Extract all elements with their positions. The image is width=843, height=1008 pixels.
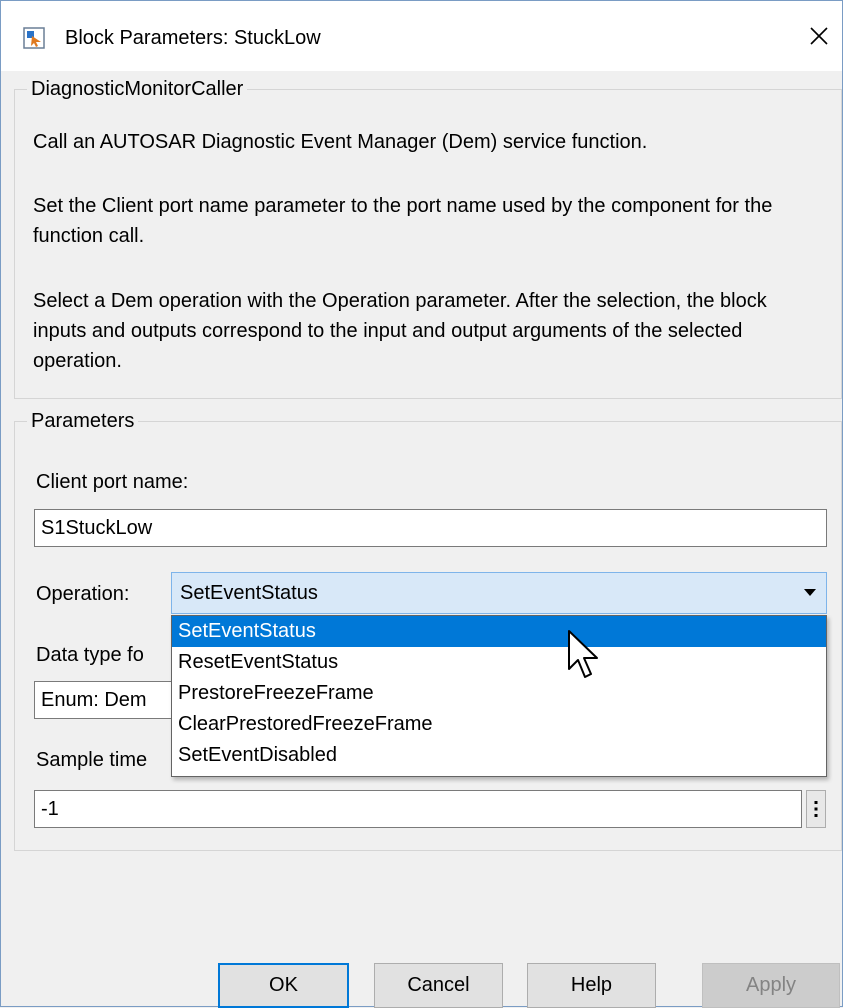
operation-label: Operation:	[36, 583, 130, 605]
operation-selected-value: SetEventStatus	[180, 582, 318, 604]
mouse-pointer-icon	[568, 630, 598, 678]
operation-option-prestore-freeze-frame[interactable]: PrestoreFreezeFrame	[172, 678, 826, 709]
close-icon	[810, 27, 828, 45]
client-port-input[interactable]: S1StuckLow	[34, 509, 827, 547]
block-parameters-icon	[23, 27, 45, 49]
help-button[interactable]: Help	[527, 963, 656, 1008]
description-paragraph-3: Select a Dem operation with the Operatio…	[33, 290, 767, 372]
description-group-label: DiagnosticMonitorCaller	[31, 78, 244, 100]
sample-time-input[interactable]: -1	[34, 790, 802, 828]
cancel-button[interactable]: Cancel	[374, 963, 503, 1008]
operation-option-clear-prestored-freeze-frame[interactable]: ClearPrestoredFreezeFrame	[172, 709, 826, 740]
close-button[interactable]	[796, 13, 842, 59]
operation-select[interactable]: SetEventStatus	[171, 572, 827, 614]
window-title: Block Parameters: StuckLow	[65, 27, 321, 49]
client-port-label: Client port name:	[36, 471, 189, 493]
vertical-ellipsis-icon	[814, 801, 818, 817]
title-bar: Block Parameters: StuckLow	[1, 1, 842, 71]
chevron-down-icon[interactable]	[804, 589, 816, 596]
apply-button: Apply	[702, 963, 840, 1008]
operation-option-set-event-disabled[interactable]: SetEventDisabled	[172, 740, 826, 771]
parameters-group-label: Parameters	[31, 410, 135, 432]
block-parameters-dialog: Block Parameters: StuckLow DiagnosticMon…	[0, 0, 843, 1008]
description-paragraph-1: Call an AUTOSAR Diagnostic Event Manager…	[33, 131, 648, 153]
operation-option-reset-event-status[interactable]: ResetEventStatus	[172, 647, 826, 678]
operation-option-set-event-status[interactable]: SetEventStatus	[172, 616, 826, 647]
operation-dropdown-list: SetEventStatus ResetEventStatus Prestore…	[171, 615, 827, 777]
data-type-select[interactable]: Enum: Dem	[34, 681, 194, 719]
sample-time-more-button[interactable]	[806, 790, 826, 828]
data-type-label: Data type fo	[36, 644, 144, 666]
sample-time-label: Sample time	[36, 749, 148, 771]
ok-button[interactable]: OK	[218, 963, 349, 1008]
description-paragraph-2: Set the Client port name parameter to th…	[33, 195, 773, 247]
